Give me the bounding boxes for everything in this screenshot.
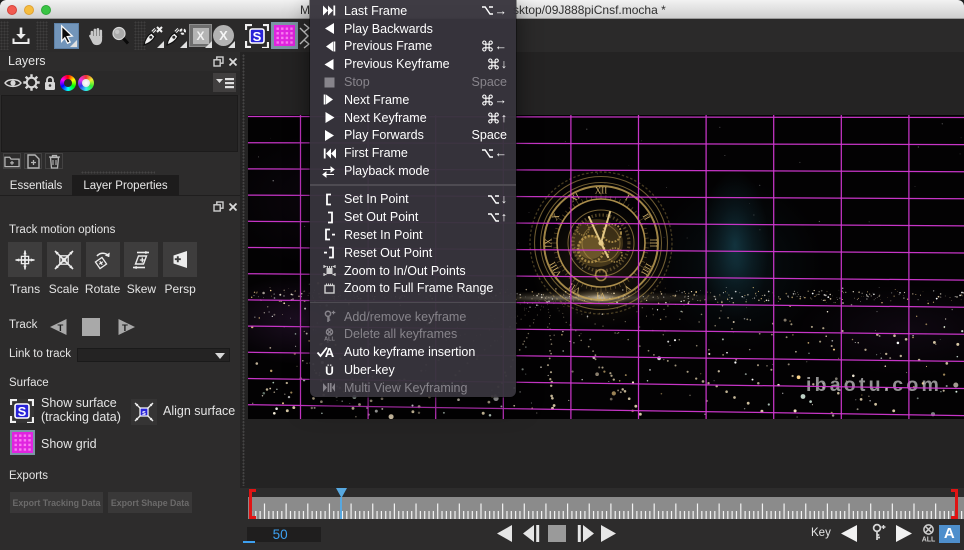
svg-text:VI: VI [596, 291, 606, 301]
svg-text:T: T [58, 323, 64, 334]
svg-text:S: S [18, 404, 27, 419]
svg-text:ibaotu.com: ibaotu.com [806, 374, 942, 396]
svg-text:A: A [324, 346, 334, 359]
svg-text:XI: XI [568, 191, 581, 204]
svg-text:ALL: ALL [922, 536, 936, 543]
svg-text:ALL: ALL [324, 336, 335, 341]
svg-text:s: s [142, 410, 146, 417]
svg-text:XII: XII [595, 186, 608, 196]
svg-text:Ü: Ü [325, 364, 334, 377]
svg-text:T: T [122, 323, 128, 334]
svg-text:IX: IX [544, 238, 554, 248]
svg-text:III: III [649, 239, 659, 248]
svg-text:S: S [253, 29, 262, 44]
